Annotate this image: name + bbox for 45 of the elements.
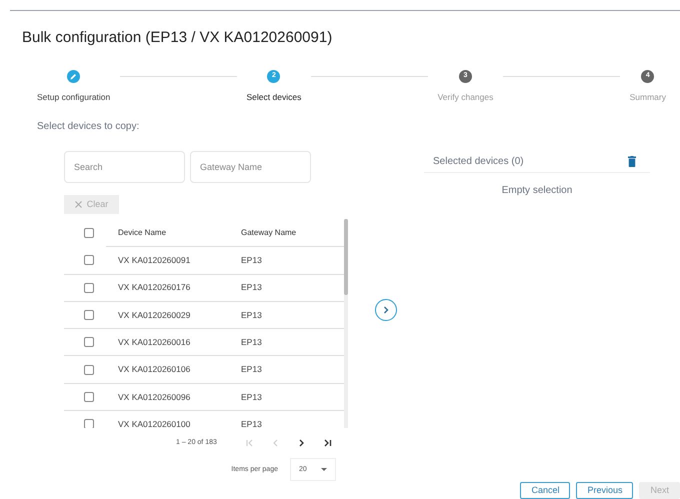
filter-input[interactable]: Gateway Name — [190, 151, 311, 184]
checkbox[interactable] — [84, 419, 94, 428]
table-cell: EP13 — [241, 390, 262, 404]
wizard-button[interactable]: Previous — [576, 482, 634, 499]
wizard-button[interactable]: Cancel — [520, 482, 570, 499]
empty-selection-text: Empty selection — [500, 184, 574, 198]
dialog-title: Bulk configuration (EP13 / VX KA0120260091) — [22, 28, 332, 48]
step-label: Setup configuration — [37, 90, 110, 104]
chevron-right-icon — [383, 306, 389, 314]
table-cell-text: VX KA0120260106 — [118, 363, 192, 376]
trash-icon[interactable] — [628, 156, 636, 168]
checkbox[interactable] — [84, 337, 94, 348]
next-page-icon[interactable] — [298, 439, 306, 448]
filter-input[interactable]: Search — [64, 151, 185, 184]
step-label: Select devices — [246, 90, 302, 104]
panel-title: Selected devices (0) — [433, 155, 524, 170]
step-label: Verify changes — [438, 90, 494, 104]
scrollbar[interactable] — [344, 219, 348, 428]
checkbox[interactable] — [84, 364, 94, 375]
pencil-icon — [70, 72, 78, 80]
table-cell-text: VX KA0120260029 — [118, 308, 192, 322]
move-right-button[interactable] — [375, 299, 397, 322]
table-cell-text: VX KA0120260016 — [118, 336, 192, 349]
table-cell: EP13 — [241, 363, 262, 376]
table-cell: EP13 — [241, 281, 262, 294]
step-label: Summary — [630, 90, 666, 104]
column-header: Device Name — [118, 227, 168, 240]
checkbox[interactable] — [84, 310, 94, 320]
table-cell-text: VX KA0120260096 — [118, 390, 192, 404]
table-cell-text: VX KA0120260100 — [118, 418, 192, 428]
table-cell: EP13 — [241, 308, 262, 322]
table-cell: EP13 — [241, 418, 262, 428]
checkbox[interactable] — [84, 228, 94, 238]
column-header: Gateway Name — [241, 227, 296, 240]
close-icon — [74, 201, 82, 208]
checkbox[interactable] — [84, 392, 94, 402]
table-cell: EP13 — [241, 336, 262, 349]
instruction-text: Select devices to copy: — [37, 120, 140, 134]
table-cell-text: VX KA0120260091 — [118, 254, 192, 267]
checkbox[interactable] — [84, 282, 94, 293]
last-page-icon[interactable] — [324, 439, 332, 448]
table-cell-text: VX KA0120260176 — [118, 281, 192, 294]
checkbox[interactable] — [84, 255, 94, 266]
dropdown-caret-icon — [321, 468, 327, 472]
table-cell: EP13 — [241, 254, 262, 267]
